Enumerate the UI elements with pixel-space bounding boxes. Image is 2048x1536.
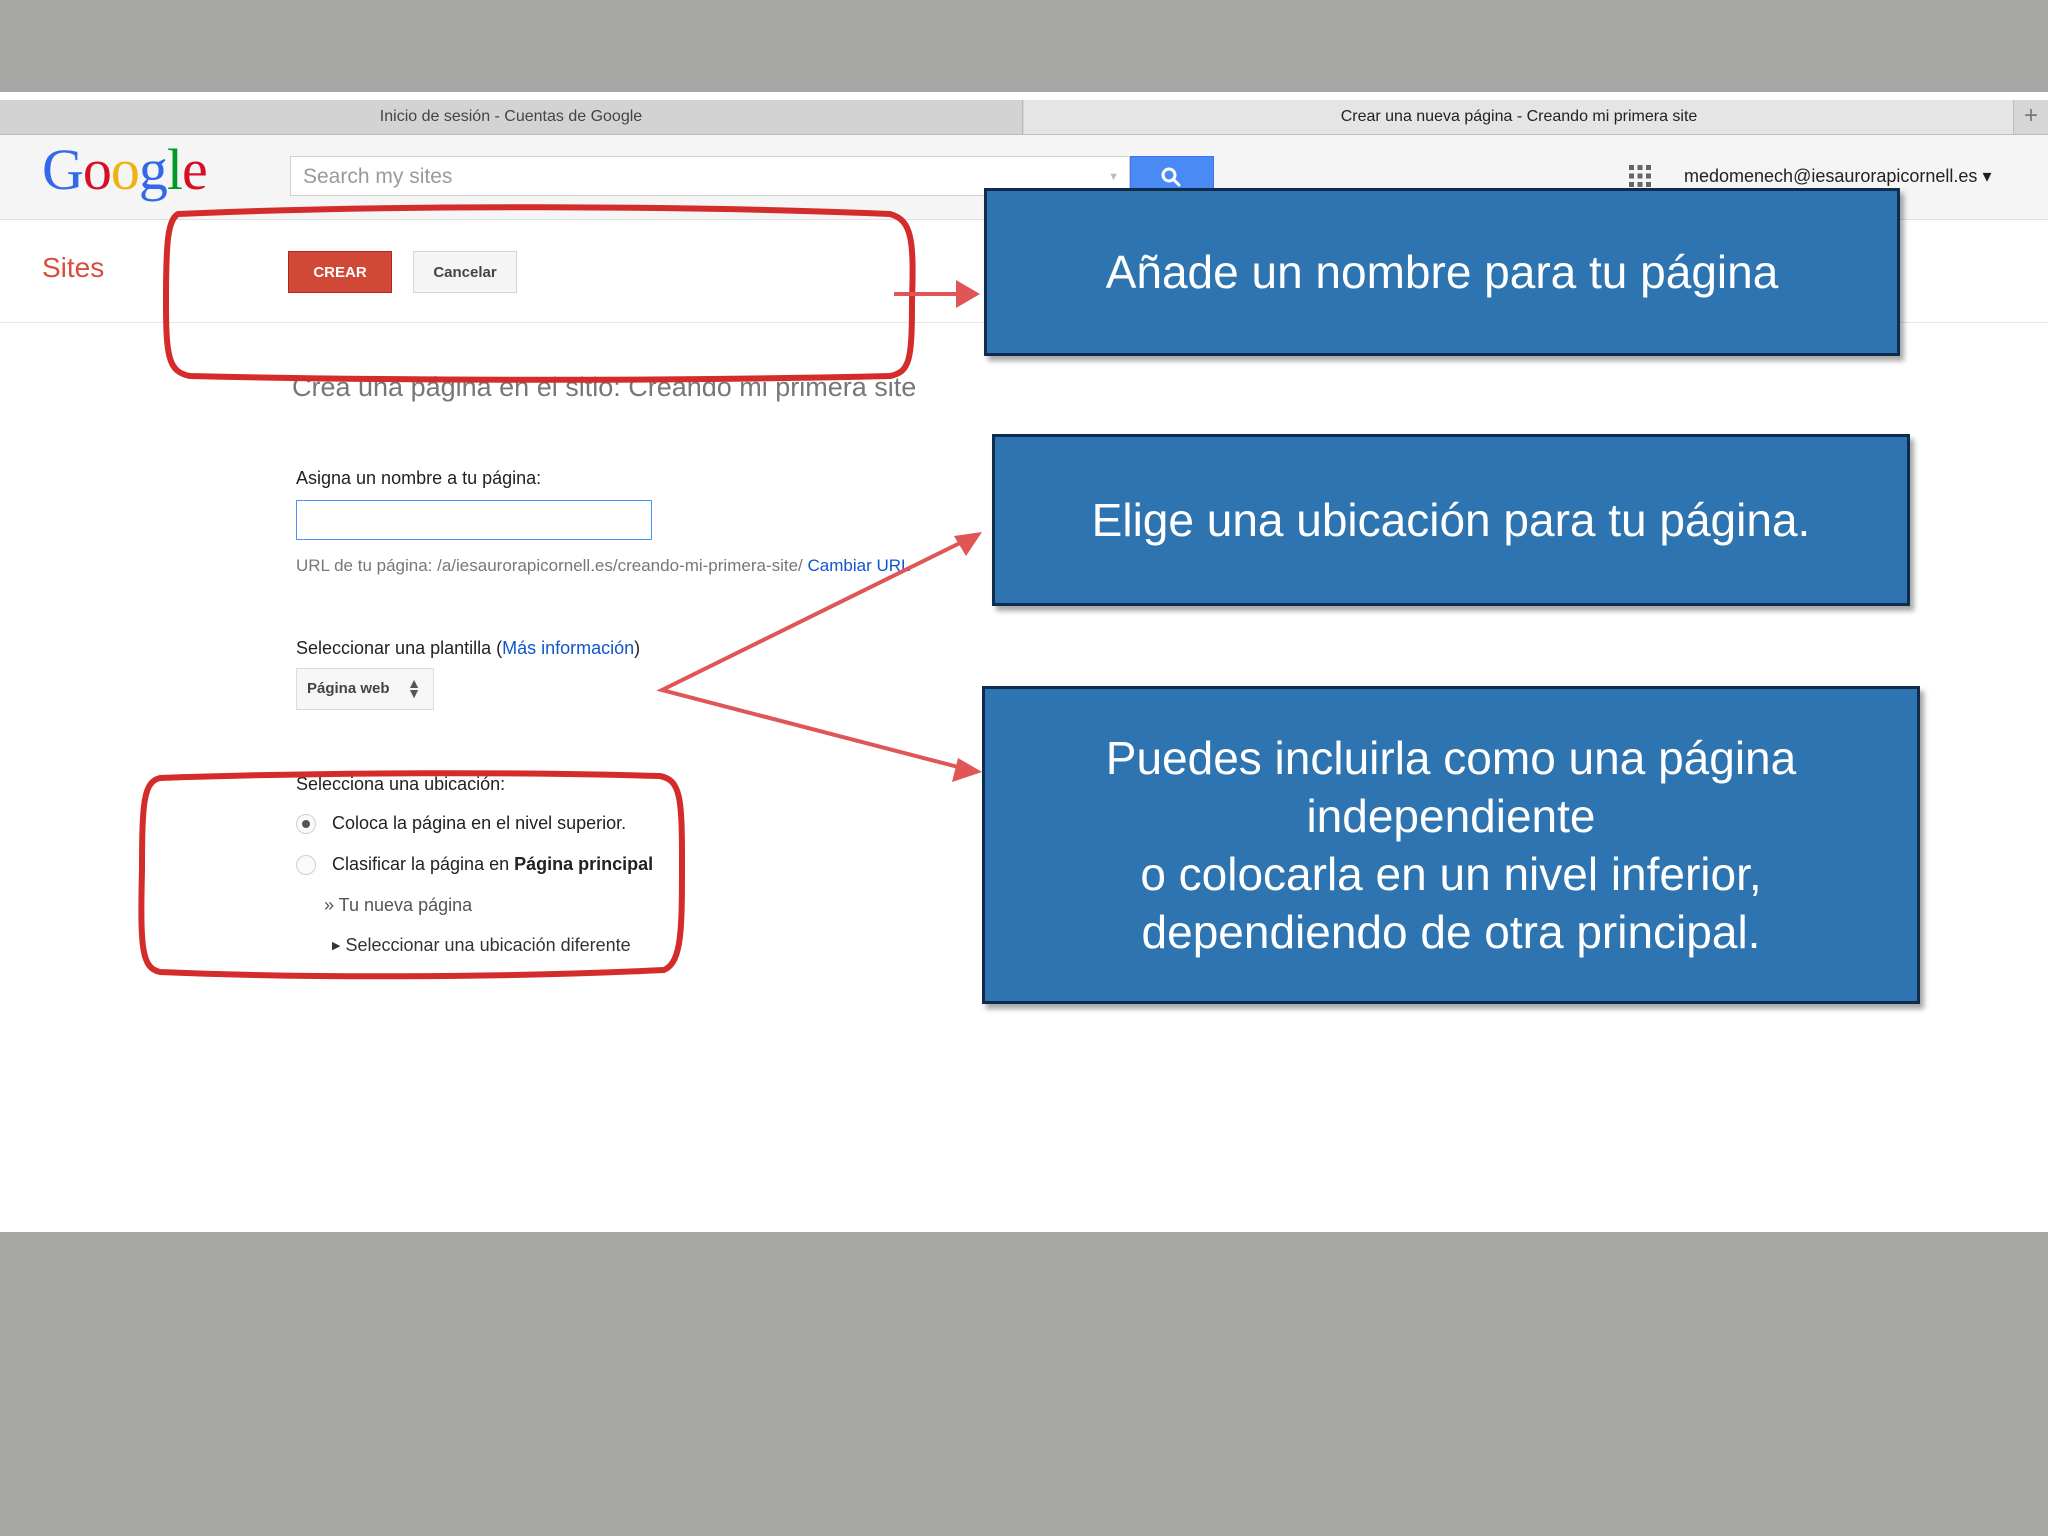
arrow-to-name-callout — [894, 280, 980, 308]
callout-name: Añade un nombre para tu página — [984, 188, 1900, 356]
highlight-box-location — [138, 770, 685, 980]
callout-location: Elige una ubicación para tu página. — [992, 434, 1910, 606]
slide: Inicio de sesión - Cuentas de Google Cre… — [0, 0, 2048, 1536]
callout-hierarchy: Puedes incluirla como una página indepen… — [982, 686, 1920, 1004]
arrow-to-location-callout — [656, 532, 982, 782]
highlight-box-buttons — [163, 204, 916, 383]
